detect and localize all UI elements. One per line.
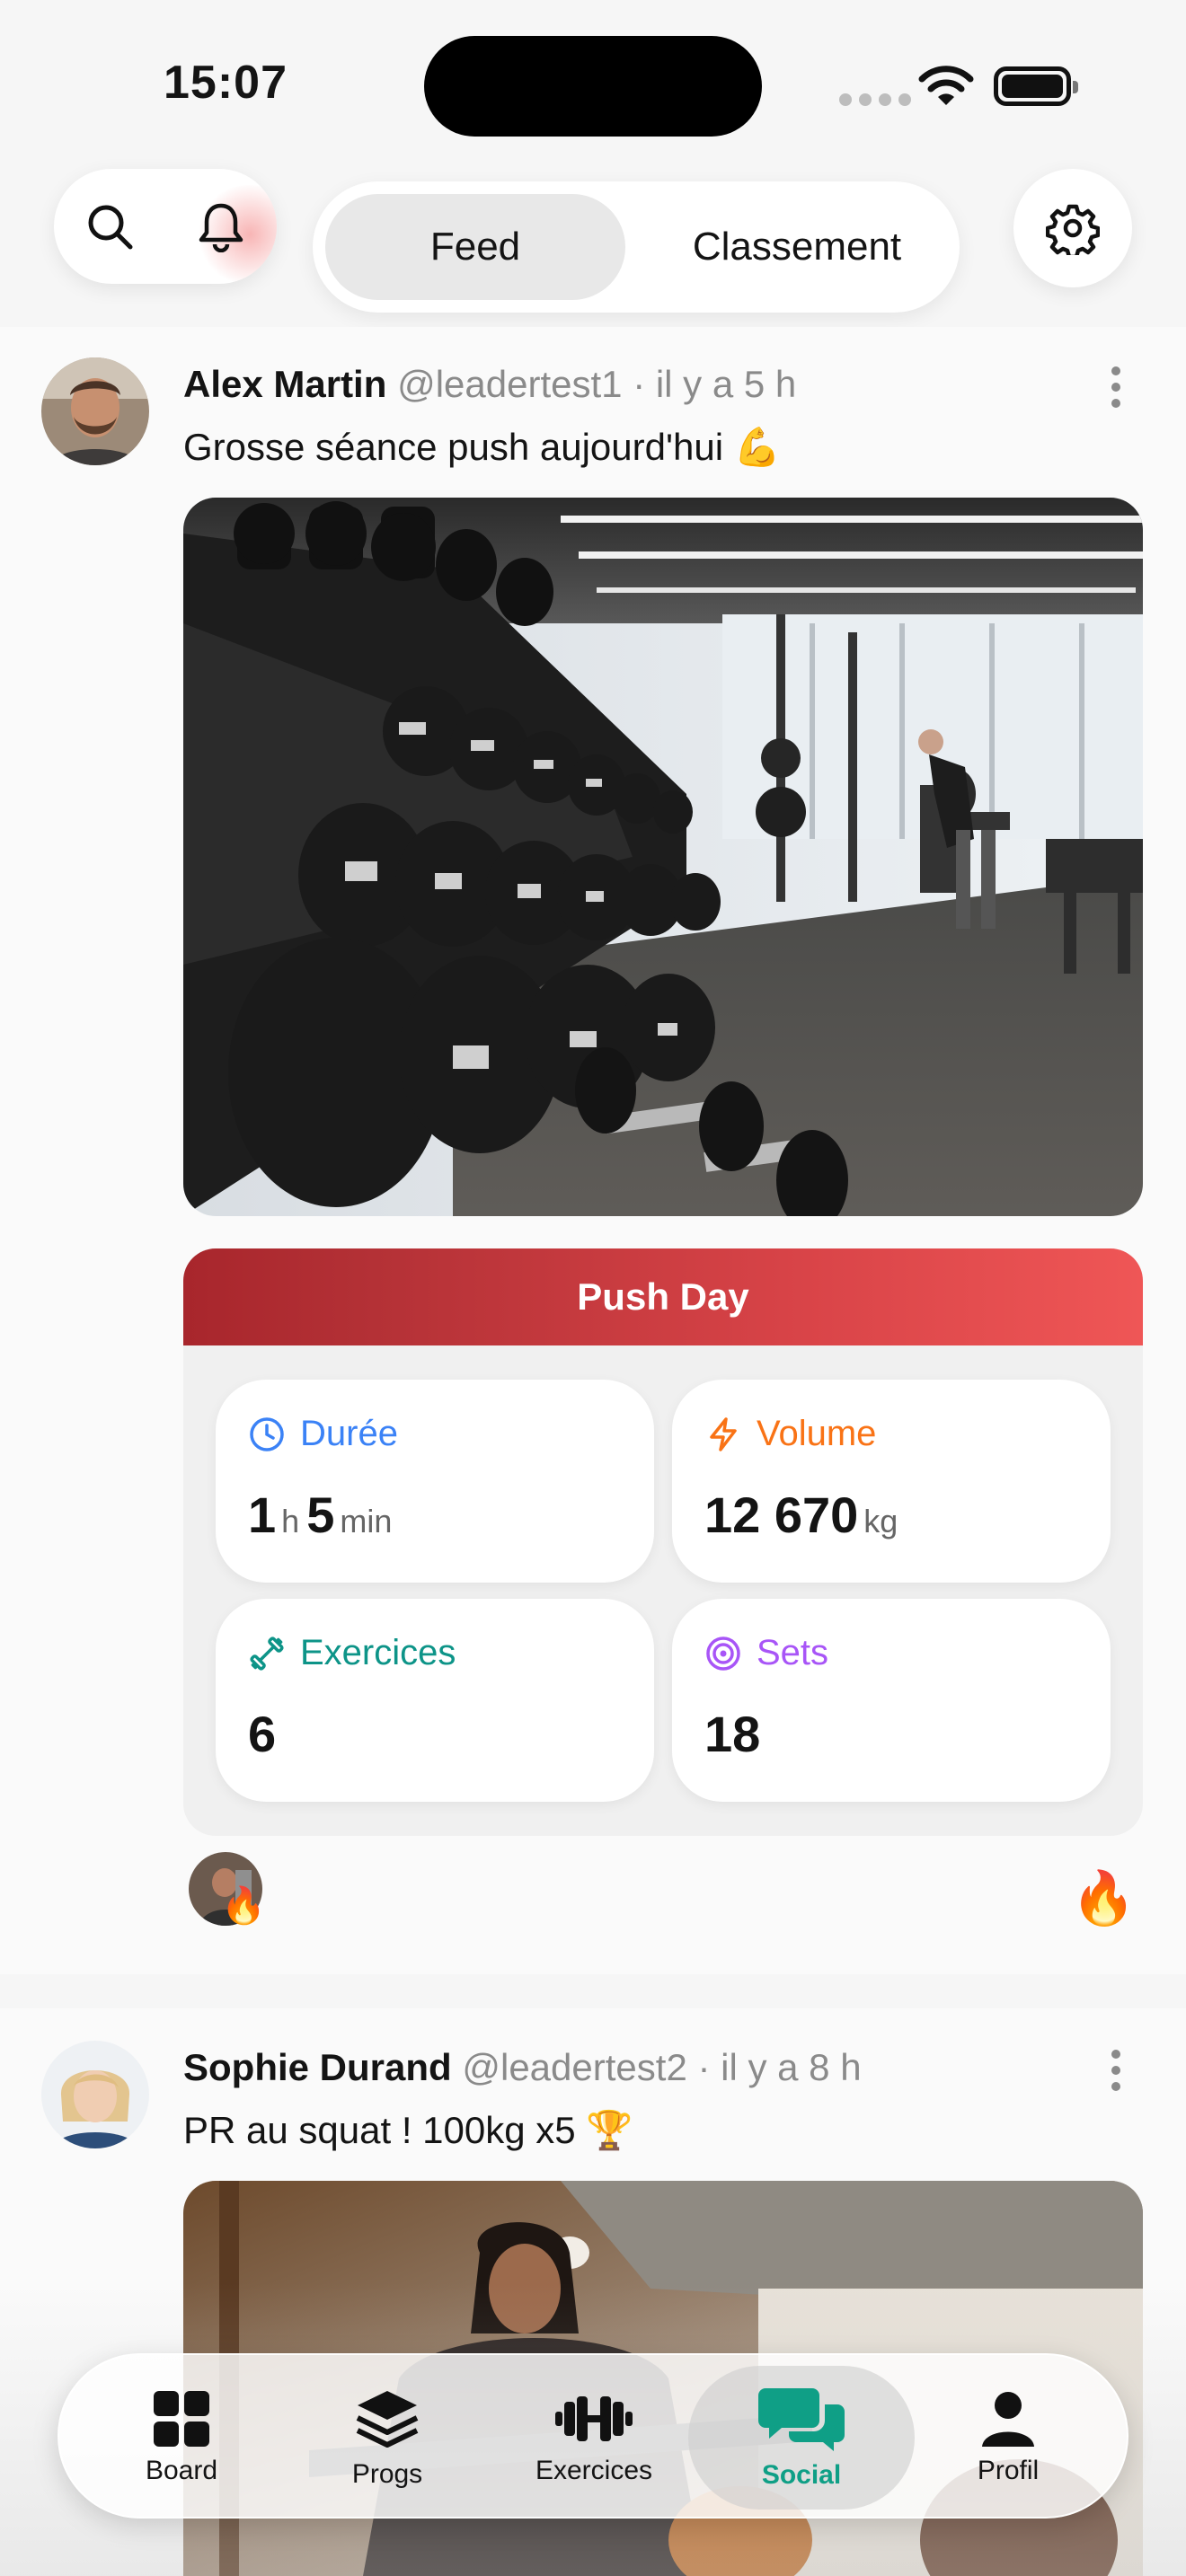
status-time: 15:07 <box>164 57 288 109</box>
cellular-signal-icon <box>839 93 911 106</box>
target-icon <box>706 1636 740 1671</box>
fire-react-button[interactable]: 🔥 <box>1071 1868 1136 1929</box>
workout-title: Push Day <box>183 1248 1143 1345</box>
stat-value: 18 <box>704 1706 761 1762</box>
nav-item-social[interactable]: Social <box>698 2355 905 2520</box>
bell-icon <box>199 203 243 252</box>
nav-item-progs[interactable]: Progs <box>284 2355 491 2520</box>
fire-reaction-badge: 🔥 <box>221 1886 266 1926</box>
stat-exercises: Exercices 6 <box>216 1599 654 1802</box>
post-header: Sophie Durand @leadertest2 · il y a 8 h <box>183 2046 862 2089</box>
nav-item-exercices[interactable]: Exercices <box>491 2355 697 2520</box>
avatar[interactable] <box>41 357 149 465</box>
layers-icon <box>356 2391 419 2448</box>
wifi-icon <box>918 66 974 105</box>
post-text: PR au squat ! 100kg x5 🏆 <box>183 2109 633 2151</box>
dumbbell-icon <box>250 1636 284 1671</box>
tab-feed[interactable]: Feed <box>325 194 625 300</box>
author-name[interactable]: Alex Martin <box>183 363 386 405</box>
battery-icon <box>994 66 1078 106</box>
search-icon <box>88 205 133 250</box>
stat-label: Durée <box>300 1414 398 1453</box>
more-options-icon[interactable] <box>1107 366 1125 408</box>
avatar[interactable] <box>41 2041 149 2148</box>
bottom-tab-bar: Board Progs Exercices Social Profil <box>58 2353 1128 2519</box>
gear-icon <box>1046 204 1100 255</box>
stat-label: Sets <box>757 1633 829 1672</box>
stat-value: 6 <box>248 1706 277 1762</box>
dumbbell-icon <box>555 2396 633 2441</box>
author-handle[interactable]: @leadertest2 <box>462 2046 686 2088</box>
nav-label: Progs <box>351 2459 423 2489</box>
stat-duration: Durée 1 h 5 min <box>216 1380 654 1583</box>
nav-label: Exercices <box>535 2456 653 2485</box>
clock-icon <box>250 1416 284 1451</box>
stat-label: Volume <box>757 1414 877 1453</box>
more-options-icon[interactable] <box>1107 2050 1125 2091</box>
post-time: · il y a 8 h <box>697 2046 862 2088</box>
stat-volume: Volume 12 670 kg <box>672 1380 1111 1583</box>
person-icon <box>982 2392 1034 2447</box>
grid-icon <box>154 2391 209 2447</box>
nav-label: Profil <box>977 2456 1040 2485</box>
stat-label: Exercices <box>300 1633 456 1672</box>
tab-classement[interactable]: Classement <box>647 194 947 300</box>
nav-item-board[interactable]: Board <box>78 2355 285 2520</box>
nav-label: Social <box>761 2460 842 2490</box>
lightning-icon <box>710 1416 737 1451</box>
post-photo-gym[interactable] <box>183 498 1143 1216</box>
post-time: · il y a 5 h <box>633 363 797 405</box>
search-button[interactable] <box>78 195 141 258</box>
workout-summary-card[interactable]: Push Day Durée 1 h 5 min Volume 12 670 kg Ex… <box>183 1248 1143 1836</box>
nav-label: Board <box>145 2456 218 2485</box>
stat-sets: Sets 18 <box>672 1599 1111 1802</box>
nav-item-profil[interactable]: Profil <box>905 2355 1111 2520</box>
author-handle[interactable]: @leadertest1 <box>397 363 622 405</box>
search-notifications-pill <box>54 169 277 284</box>
post-text: Grosse séance push aujourd'hui 💪 <box>183 426 782 468</box>
post-header: Alex Martin @leadertest1 · il y a 5 h <box>183 363 796 406</box>
stat-value: 1 h 5 min <box>248 1486 393 1543</box>
chat-bubbles-icon <box>758 2388 845 2451</box>
settings-button[interactable] <box>1013 169 1132 287</box>
author-name[interactable]: Sophie Durand <box>183 2046 452 2088</box>
stat-value: 12 670 kg <box>704 1486 898 1543</box>
notifications-button[interactable] <box>190 195 252 258</box>
dynamic-island <box>424 36 762 137</box>
